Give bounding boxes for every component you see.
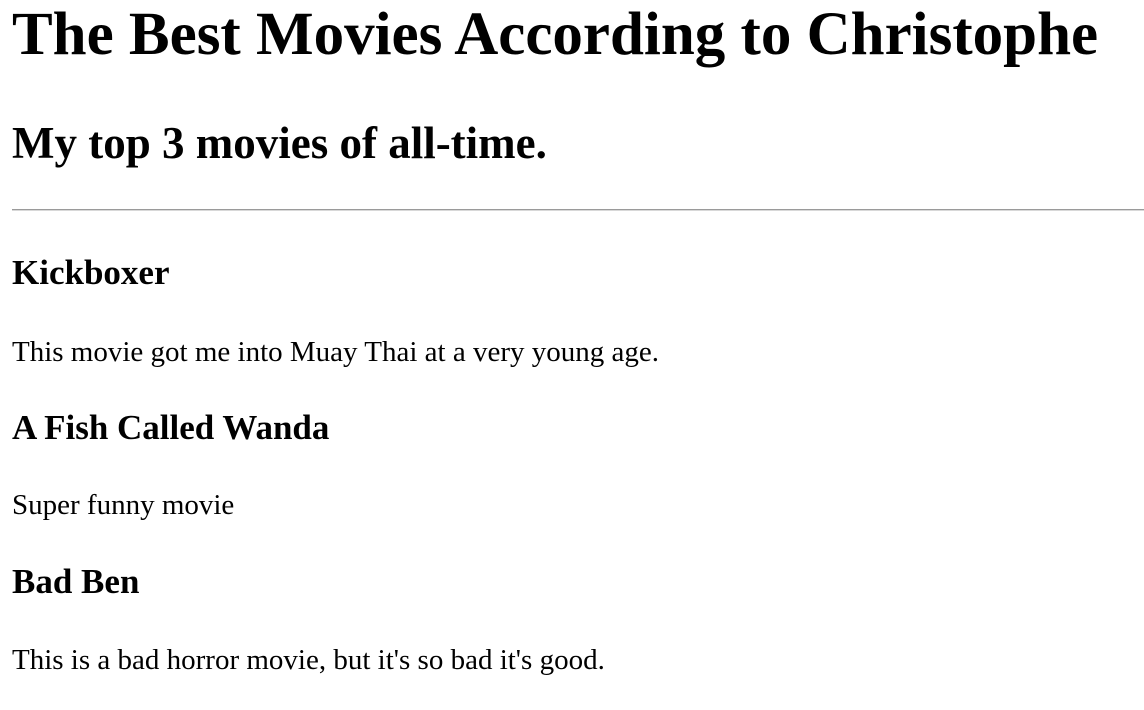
movie-description-bad-ben: This is a bad horror movie, but it's so … [12,644,605,676]
movie-description-kickboxer: This movie got me into Muay Thai at a ve… [12,336,659,368]
page-subtitle: My top 3 movies of all-time. [12,118,547,168]
page: The Best Movies According to Christophe … [0,0,1144,710]
divider [12,209,1144,211]
movie-title-kickboxer: Kickboxer [12,253,170,292]
movie-description-a-fish-called-wanda: Super funny movie [12,489,235,521]
movie-title-bad-ben: Bad Ben [12,562,140,601]
page-title: The Best Movies According to Christophe [12,1,1099,68]
movie-title-a-fish-called-wanda: A Fish Called Wanda [12,408,330,447]
